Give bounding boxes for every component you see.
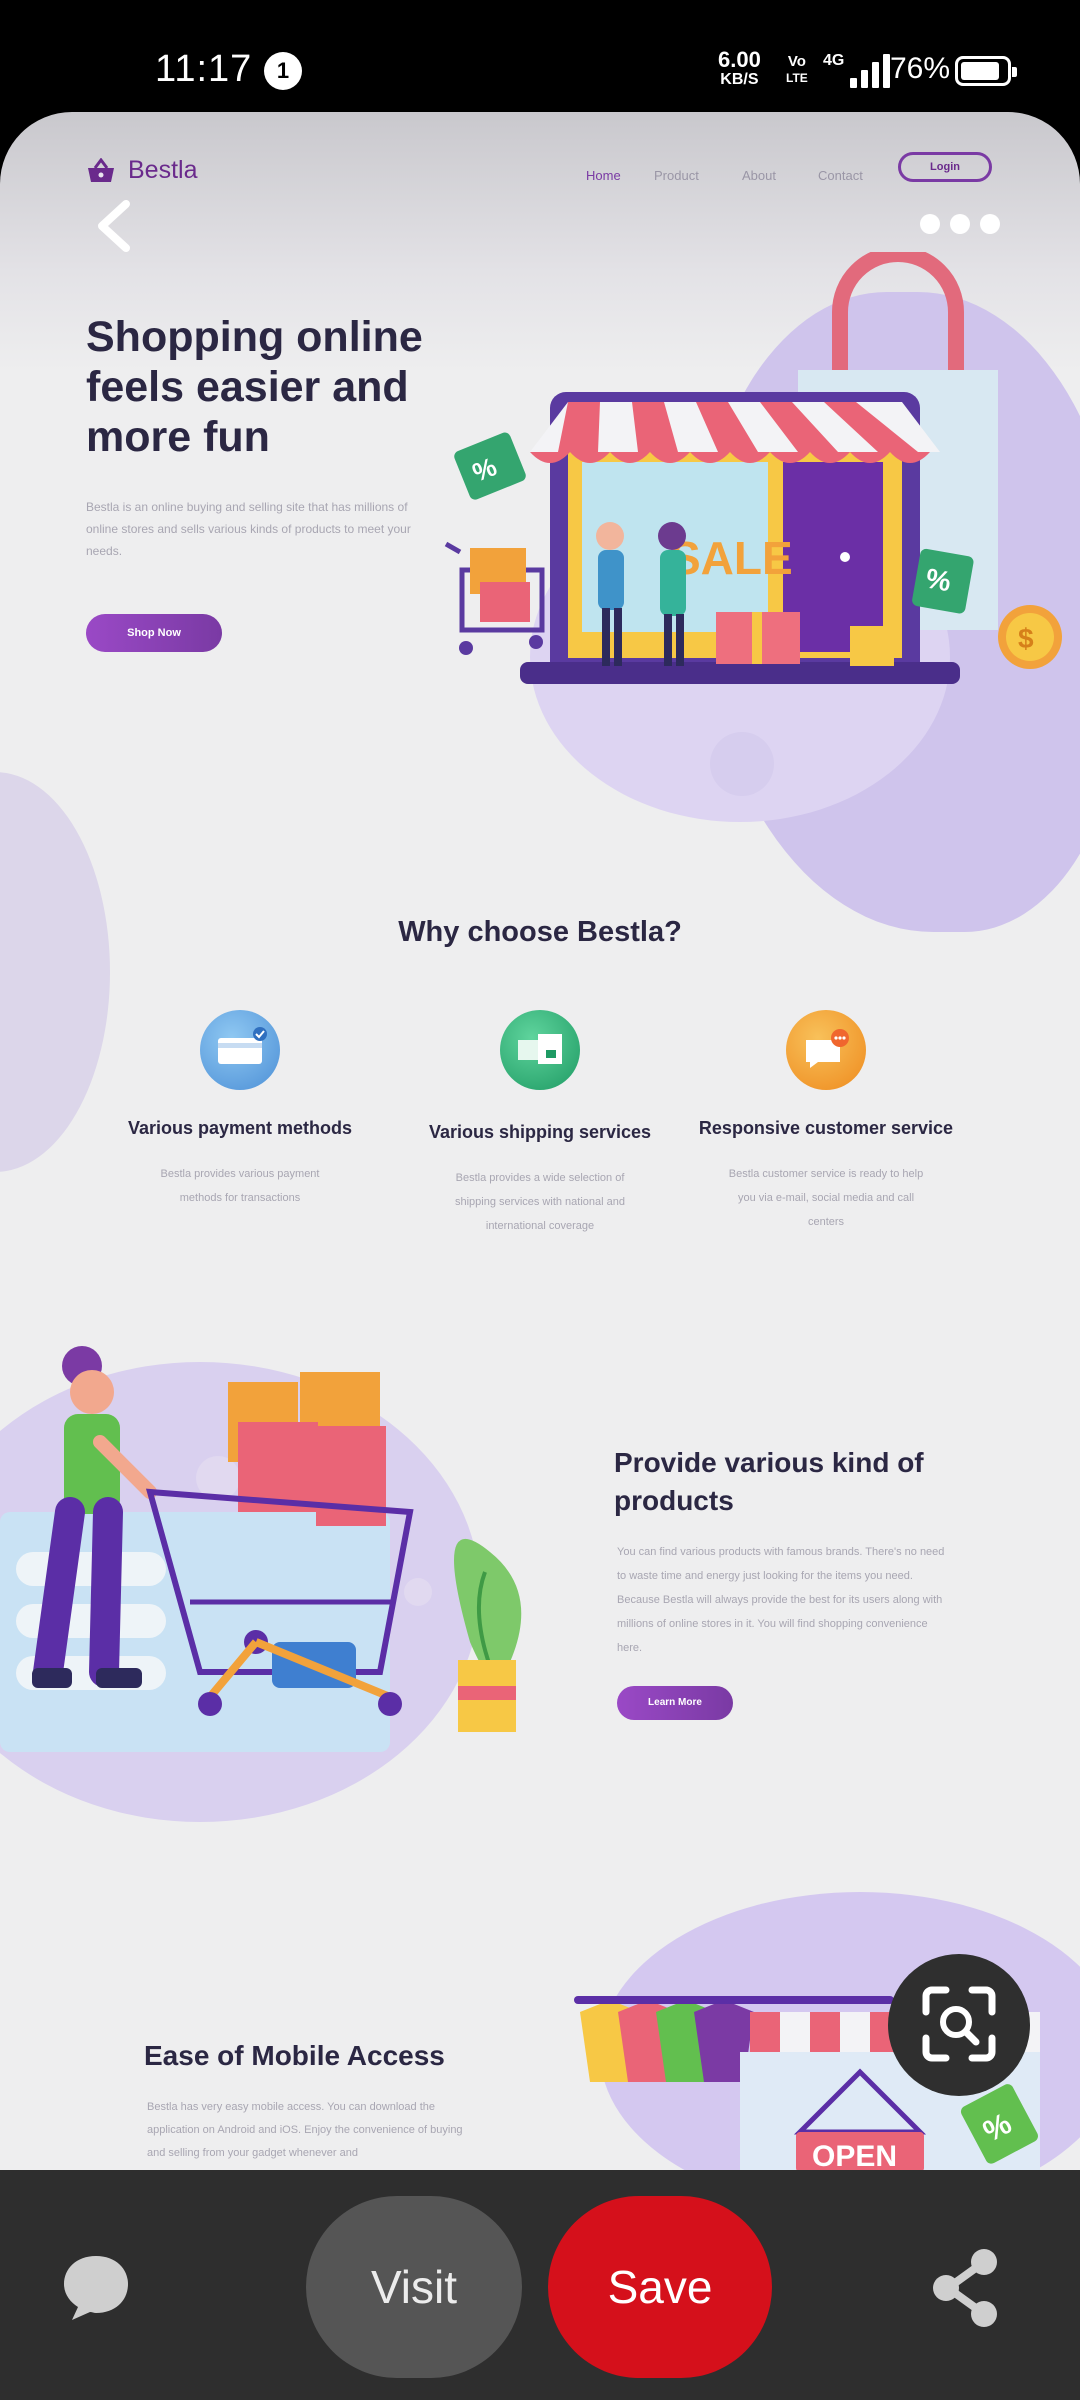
feature-support: Responsive customer service Bestla custo… bbox=[696, 1010, 956, 1234]
back-button[interactable] bbox=[90, 196, 140, 256]
payment-card-icon bbox=[200, 1010, 280, 1090]
feature-title: Various payment methods bbox=[127, 1118, 353, 1138]
nav-product: Product bbox=[654, 168, 699, 183]
mobile-access-description: Bestla has very easy mobile access. You … bbox=[147, 2101, 463, 2159]
sale-sign-text: SALE bbox=[670, 532, 793, 584]
lens-search-icon bbox=[922, 1986, 996, 2062]
back-icon bbox=[98, 200, 130, 252]
status-time: 11:17 bbox=[155, 48, 253, 90]
network-type: 4G bbox=[823, 52, 845, 69]
site-nav: Bestla Home Product About Contact Login bbox=[0, 146, 1080, 206]
basket-icon bbox=[88, 157, 114, 182]
status-bar: 11:17 1 6.00 KB/S Vo LTE 4G 76% bbox=[0, 0, 1080, 112]
visual-search-button[interactable] bbox=[888, 1954, 1030, 2096]
shop-now-button: Shop Now bbox=[86, 614, 222, 652]
products-description: You can find various products with famou… bbox=[617, 1546, 945, 1654]
login-button: Login bbox=[898, 152, 992, 182]
battery-icon bbox=[955, 56, 1017, 86]
share-icon bbox=[933, 2249, 997, 2327]
awning bbox=[530, 402, 940, 463]
notification-badge: 1 bbox=[264, 52, 302, 90]
nav-home: Home bbox=[586, 168, 621, 183]
volte-top: Vo bbox=[787, 53, 806, 70]
chat-bubble-icon bbox=[786, 1010, 866, 1090]
visit-button[interactable]: Visit bbox=[306, 2196, 522, 2378]
feature-description: Bestla provides a wide selection of ship… bbox=[455, 1172, 625, 1232]
storefront-illustration: SALE % % $ bbox=[444, 252, 1062, 684]
signal-icon bbox=[850, 54, 890, 88]
mobile-access-title: Ease of Mobile Access bbox=[144, 2040, 445, 2071]
more-icon bbox=[920, 214, 940, 234]
net-speed-unit: KB/S bbox=[720, 71, 759, 88]
net-speed: 6.00 KB/S bbox=[718, 47, 761, 90]
products-title: Provide various kind of products bbox=[614, 1447, 924, 1516]
feature-title: Responsive customer service bbox=[698, 1118, 954, 1138]
brand-name: Bestla bbox=[128, 156, 198, 184]
svg-text:$: $ bbox=[1018, 623, 1034, 654]
comment-icon bbox=[64, 2256, 128, 2320]
save-button[interactable]: Save bbox=[548, 2196, 772, 2378]
comment-button[interactable] bbox=[60, 2252, 132, 2324]
volte-bottom: LTE bbox=[786, 71, 808, 85]
bottom-action-bar: Visit Save bbox=[0, 2170, 1080, 2400]
share-button[interactable] bbox=[928, 2248, 1004, 2328]
net-speed-value: 6.00 bbox=[718, 47, 761, 72]
shipping-box-icon bbox=[500, 1010, 580, 1090]
site-logo: Bestla bbox=[86, 156, 197, 185]
learn-more-button: Learn More bbox=[617, 1686, 733, 1720]
volte-indicator: Vo LTE bbox=[786, 54, 808, 86]
open-sign-text: OPEN bbox=[812, 2140, 897, 2170]
feature-description: Bestla customer service is ready to help… bbox=[728, 1168, 924, 1228]
battery-percent: 76% bbox=[890, 52, 951, 85]
nav-contact: Contact bbox=[818, 168, 863, 183]
why-title: Why choose Bestla? bbox=[398, 916, 682, 948]
pin-image[interactable]: Bestla Home Product About Contact Login … bbox=[0, 112, 1080, 2170]
feature-description: Bestla provides various payment methods … bbox=[160, 1168, 320, 1204]
feature-payment: Various payment methods Bestla provides … bbox=[110, 1010, 370, 1210]
hero-description: Bestla is an online buying and selling s… bbox=[86, 500, 411, 558]
nav-about: About bbox=[742, 168, 776, 183]
feature-title: Various shipping services bbox=[428, 1122, 652, 1142]
decor-blob bbox=[0, 772, 110, 1172]
more-options-button[interactable] bbox=[920, 214, 1000, 238]
shopping-cart-illustration bbox=[0, 1346, 522, 1752]
feature-shipping: Various shipping services Bestla provide… bbox=[410, 1010, 670, 1238]
